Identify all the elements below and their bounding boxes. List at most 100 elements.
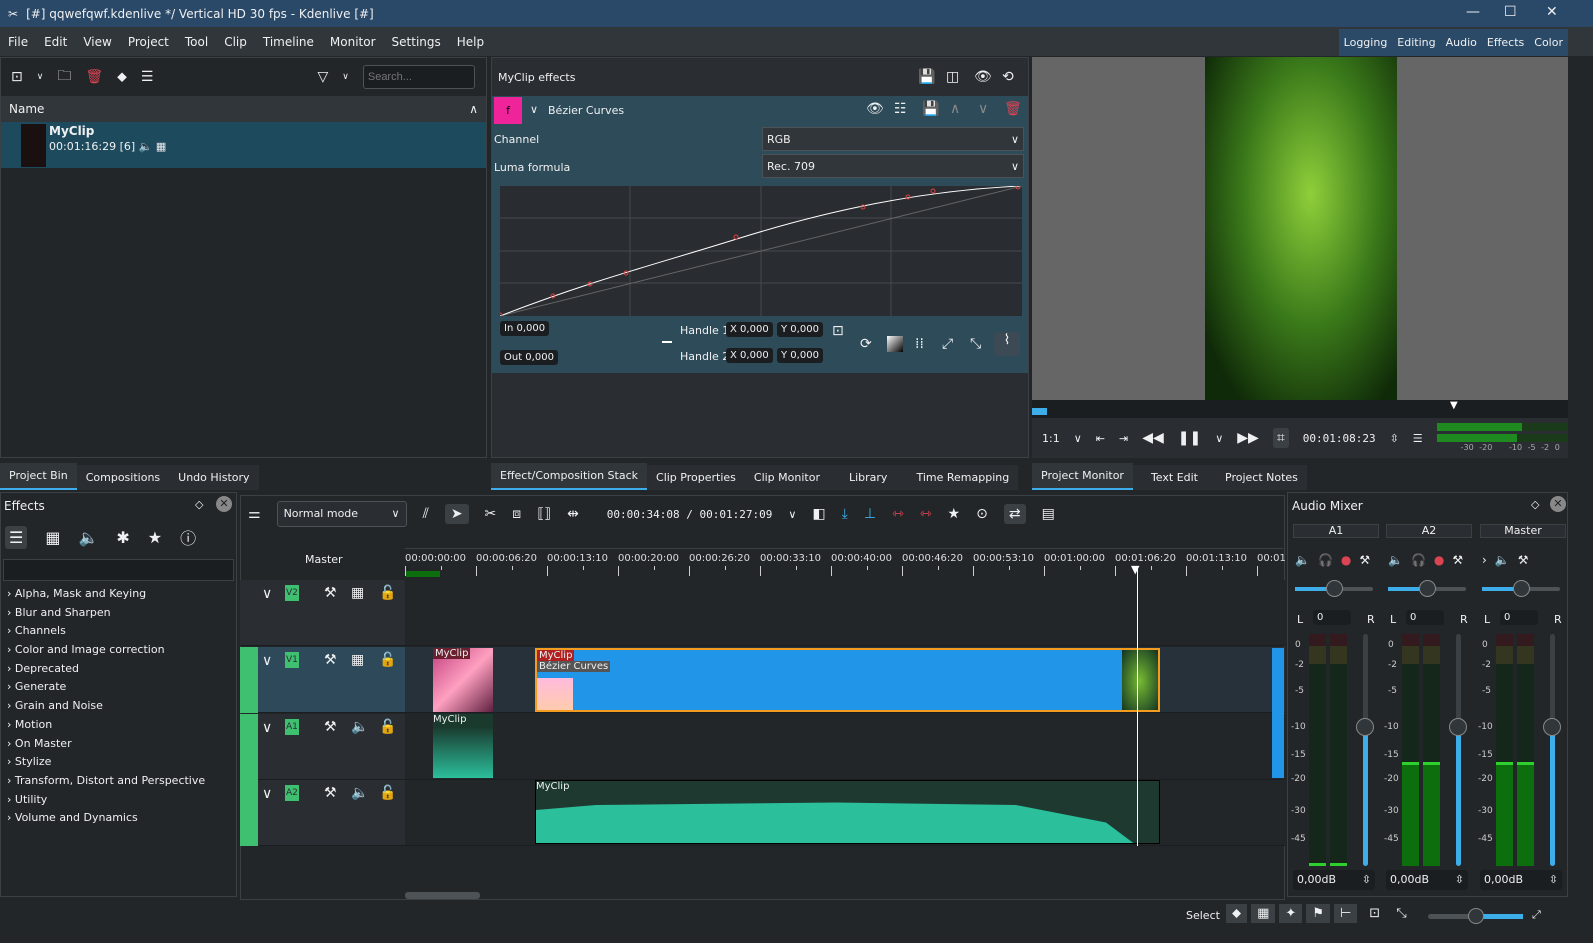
bezier-handle-icon[interactable]: ⌇ [994, 332, 1020, 356]
zoom-slider[interactable] [1428, 908, 1523, 924]
record-icon[interactable]: ⊙ [976, 506, 988, 522]
handle1-x[interactable]: X 0,000 [726, 322, 773, 337]
expand-icon[interactable]: › [7, 624, 11, 637]
menu-settings[interactable]: Settings [384, 35, 449, 49]
pan-value[interactable]: 0 [1406, 610, 1444, 625]
effect-category[interactable]: › Grain and Noise [1, 697, 236, 716]
lock-icon[interactable]: 🔓 [379, 652, 396, 668]
effects-icon[interactable]: ⚒ [324, 719, 337, 735]
close-icon[interactable]: ✕ [216, 496, 232, 512]
subtitle-icon[interactable]: ▤ [1042, 506, 1055, 522]
menu-icon[interactable]: ☰ [1413, 432, 1423, 445]
maximize-icon[interactable]: ☐ [1504, 4, 1517, 20]
playhead-icon[interactable]: ▼ [1450, 400, 1458, 411]
tab-text-edit[interactable]: Text Edit [1132, 465, 1216, 490]
tab-clip-properties[interactable]: Clip Properties [647, 465, 745, 490]
tab-project-monitor[interactable]: Project Monitor [1032, 463, 1133, 490]
bin-clip-row[interactable]: MyClip 00:01:16:29 [6] 🔈 ▦ [1, 122, 486, 168]
add-folder-icon[interactable]: 🗀 [57, 65, 71, 89]
workspace-color[interactable]: Color [1529, 36, 1568, 49]
track-config-icon[interactable]: ⚌ [248, 506, 261, 522]
effect-category[interactable]: › Motion [1, 716, 236, 735]
effect-category[interactable]: › Transform, Distort and Perspective [1, 772, 236, 791]
zoom-select[interactable]: 1:1 [1042, 432, 1060, 445]
expand-icon[interactable]: › [7, 774, 11, 787]
handle2-y[interactable]: Y 0,000 [777, 348, 823, 363]
effects-icon[interactable]: ⚒ [324, 652, 337, 668]
tab-clip-monitor[interactable]: Clip Monitor [744, 465, 829, 490]
lock-icon[interactable]: 🔓 [379, 585, 396, 601]
expand-icon[interactable]: › [7, 737, 11, 750]
handle1-y[interactable]: Y 0,000 [777, 322, 823, 337]
menu-file[interactable]: File [0, 35, 36, 49]
expand-icon[interactable]: › [7, 718, 11, 731]
gain-fader[interactable] [1356, 634, 1374, 866]
info-icon[interactable]: ⓘ [180, 525, 196, 549]
chevron-down-icon[interactable]: ∨ [342, 72, 349, 82]
rewind-icon[interactable]: ◀◀ [1142, 430, 1164, 446]
tab-undo-history[interactable]: Undo History [169, 465, 259, 490]
reset-curve-icon[interactable]: ⟳ [860, 336, 872, 352]
workspace-effects[interactable]: Effects [1482, 36, 1529, 49]
expand-icon[interactable]: › [7, 662, 11, 675]
name-column[interactable]: Name [9, 102, 44, 116]
float-icon[interactable]: ◇ [195, 498, 203, 511]
audio-icon[interactable]: 🔈 [351, 719, 368, 735]
track-name[interactable]: A2 [285, 785, 299, 801]
chevron-down-icon[interactable]: ∨ [1074, 432, 1082, 445]
menu-timeline[interactable]: Timeline [255, 35, 322, 49]
menu-monitor[interactable]: Monitor [322, 35, 384, 49]
chevron-down-icon[interactable]: ∨ [37, 72, 44, 82]
move-down-icon[interactable]: ∨ [978, 101, 988, 117]
track-name[interactable]: V2 [285, 585, 299, 601]
razor-all-icon[interactable]: ⫽ [423, 506, 429, 522]
add-clip-icon[interactable]: ⊡ [11, 69, 23, 85]
expand-icon[interactable]: › [7, 699, 11, 712]
track-target[interactable] [240, 714, 258, 780]
pan-slider[interactable] [1388, 580, 1466, 597]
overwrite-icon[interactable]: ⊥ [864, 506, 876, 522]
timeline-clip-v1[interactable]: MyClip Bézier Curves [535, 648, 1160, 712]
close-icon[interactable]: ✕ [1546, 4, 1558, 20]
extract-icon[interactable]: ⇿ [892, 506, 904, 522]
collapse-icon[interactable]: ∨ [262, 653, 272, 669]
save-icon[interactable]: 💾 [922, 101, 939, 117]
expand-icon[interactable]: › [7, 811, 11, 824]
pan-slider[interactable] [1482, 580, 1560, 597]
select-tool-icon[interactable]: ➤ [444, 504, 469, 524]
gain-value[interactable]: 0,00dB ⇳ [1480, 870, 1562, 890]
monitor-timecode[interactable]: 00:01:08:23 [1303, 432, 1376, 445]
save-stack-icon[interactable]: 💾 [918, 69, 935, 85]
edit-mode-select[interactable]: Normal mode ∨ [276, 501, 407, 527]
audio-icon[interactable]: 🔈 [351, 785, 368, 801]
record-icon[interactable]: ● [1434, 553, 1444, 567]
shrink-icon[interactable]: ⤡ [970, 336, 981, 352]
tag-icon[interactable]: ⬥ [117, 69, 127, 85]
collapse-icon[interactable]: ∨ [530, 103, 538, 116]
custom-effects-icon[interactable]: ✱ [116, 528, 129, 547]
menu-icon[interactable]: ☰ [141, 69, 154, 85]
split-view-icon[interactable]: ◧ [812, 506, 825, 522]
out-field[interactable]: Out 0,000 [500, 350, 558, 365]
menu-project[interactable]: Project [120, 35, 177, 49]
effects-icon[interactable]: ⚒ [1518, 553, 1529, 567]
timeline-clip-v1-thumb[interactable]: MyClip [433, 648, 493, 712]
close-icon[interactable]: ✕ [1550, 496, 1566, 512]
effect-category[interactable]: › Color and Image correction [1, 641, 236, 660]
float-icon[interactable]: ◇ [1531, 498, 1539, 511]
timeline-clip-a1[interactable]: MyClip [433, 714, 493, 778]
eye-icon[interactable]: 👁 [866, 101, 884, 117]
solo-headphones-icon[interactable]: 🎧 [1318, 553, 1333, 567]
effect-category[interactable]: › Blur and Sharpen [1, 604, 236, 623]
set-out-icon[interactable]: ⇥ [1119, 432, 1128, 445]
spacer-tool-icon[interactable]: ⧈ [512, 506, 521, 522]
track-name[interactable]: A1 [285, 719, 299, 735]
chevron-down-icon[interactable]: ∨ [788, 508, 796, 521]
playhead-line[interactable] [1137, 566, 1138, 846]
lift-icon[interactable]: ⇿ [920, 506, 932, 522]
forward-icon[interactable]: ▶▶ [1237, 430, 1259, 446]
audio-effects-icon[interactable]: 🔈 [78, 528, 98, 547]
expand-icon[interactable]: › [7, 755, 11, 768]
tab-effect-stack[interactable]: Effect/Composition Stack [491, 463, 648, 490]
effect-category[interactable]: › Deprecated [1, 660, 236, 679]
